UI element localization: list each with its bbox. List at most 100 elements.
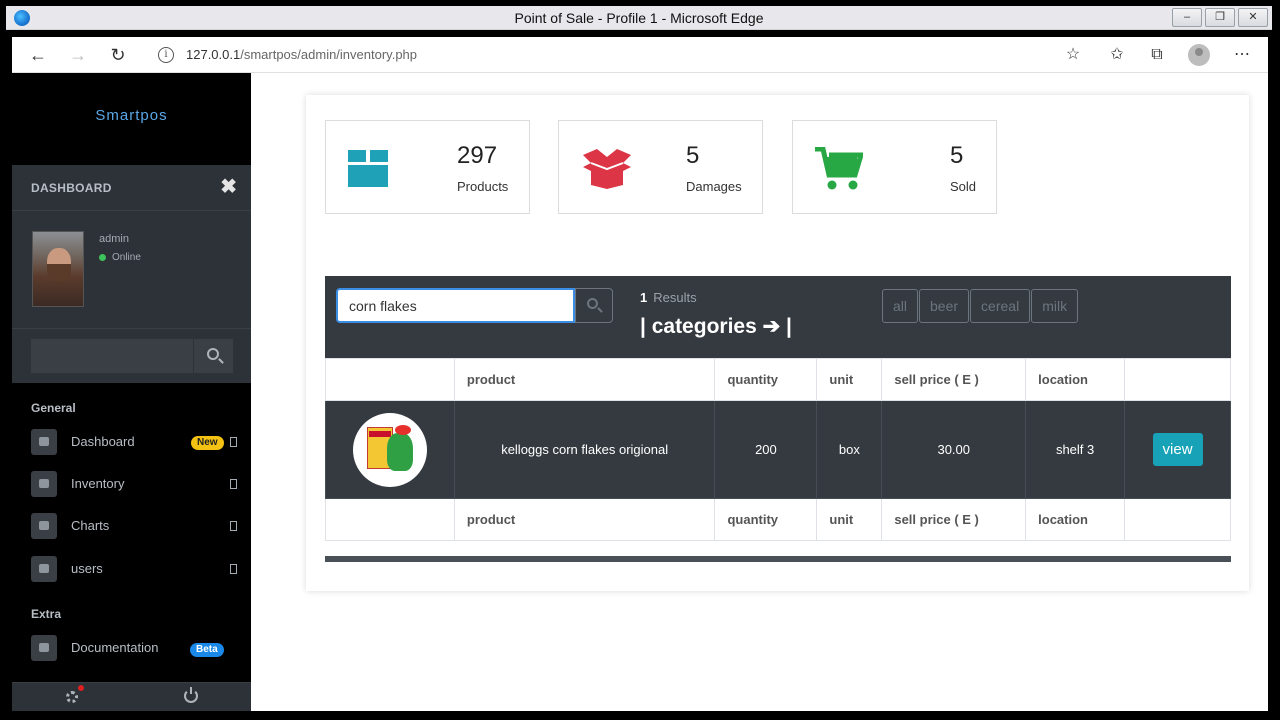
inventory-table-area: 1 Results | categories ➔ | all beer cerea… bbox=[325, 276, 1231, 562]
sidebar-item-label: Documentation bbox=[71, 640, 159, 655]
column-footer-quantity: quantity bbox=[714, 498, 818, 541]
sidebar-item-label: users bbox=[71, 561, 103, 576]
column-footer-price: sell price ( E ) bbox=[881, 498, 1027, 541]
column-header-quantity[interactable]: quantity bbox=[714, 358, 818, 401]
table-scrollbar[interactable] bbox=[325, 556, 1231, 562]
sidebar-item-documentation[interactable]: Documentation Beta bbox=[12, 629, 251, 667]
product-search-input[interactable] bbox=[336, 288, 575, 323]
user-status: Online bbox=[99, 252, 141, 263]
power-icon[interactable] bbox=[184, 687, 198, 703]
sidebar-footer bbox=[12, 682, 251, 711]
expand-icon bbox=[230, 564, 237, 574]
forward-button[interactable]: → bbox=[66, 43, 90, 67]
column-header-image bbox=[325, 358, 455, 401]
product-image-cell bbox=[325, 400, 455, 499]
column-header-location[interactable]: location bbox=[1025, 358, 1126, 401]
online-dot-icon bbox=[99, 253, 106, 261]
user-icon bbox=[31, 556, 57, 582]
stat-sold: 5 Sold bbox=[792, 120, 997, 214]
add-favorite-icon[interactable]: ☆ bbox=[1061, 43, 1085, 67]
notification-dot bbox=[78, 685, 84, 691]
more-menu-icon[interactable]: ⋯ bbox=[1230, 43, 1254, 67]
sidebar-search-button[interactable] bbox=[193, 339, 233, 373]
inventory-table: product quantity unit sell price ( E ) l… bbox=[325, 358, 1231, 541]
filter-milk-button[interactable]: milk bbox=[1031, 289, 1079, 323]
gear-icon[interactable] bbox=[66, 691, 78, 703]
user-status-label: Online bbox=[112, 252, 141, 263]
category-filters: all beer cereal milk bbox=[882, 289, 1079, 323]
new-badge: New bbox=[191, 436, 224, 450]
url-path: /smartpos/admin/inventory.php bbox=[240, 47, 418, 62]
cereal-logo-graphic bbox=[368, 430, 391, 437]
filter-all-button[interactable]: all bbox=[882, 289, 919, 323]
stat-value: 5 bbox=[950, 142, 964, 169]
table-header-row: product quantity unit sell price ( E ) l… bbox=[325, 358, 1231, 401]
refresh-button[interactable]: ↻ bbox=[106, 43, 130, 67]
sidebar-search-input[interactable] bbox=[31, 339, 193, 373]
product-image bbox=[352, 412, 427, 487]
page-viewport: Smartpos DASHBOARD ✖ admin Online Genera… bbox=[12, 73, 1268, 711]
collections-icon[interactable]: ⧉ bbox=[1145, 43, 1169, 67]
inventory-card: 297 Products 5 Damages 5 Sold corn flake… bbox=[306, 95, 1249, 591]
product-name-cell: kelloggs corn flakes origional bbox=[453, 400, 716, 499]
expand-icon bbox=[230, 437, 237, 447]
table-toolbar: 1 Results | categories ➔ | all beer cerea… bbox=[325, 276, 1231, 358]
column-footer-unit: unit bbox=[816, 498, 883, 541]
column-header-product[interactable]: product bbox=[453, 358, 716, 401]
section-extra: Extra bbox=[31, 607, 62, 621]
column-header-price[interactable]: sell price ( E ) bbox=[881, 358, 1027, 401]
rooster-graphic bbox=[386, 432, 413, 471]
user-name: admin bbox=[99, 233, 129, 245]
search-icon bbox=[207, 348, 219, 360]
stat-label: Damages bbox=[686, 179, 742, 194]
close-icon[interactable]: ✖ bbox=[220, 175, 237, 199]
brand-area: Smartpos bbox=[12, 73, 251, 165]
filter-beer-button[interactable]: beer bbox=[919, 289, 970, 323]
sidebar-item-charts[interactable]: Charts bbox=[12, 507, 251, 545]
categories-heading: | categories ➔ | bbox=[640, 315, 792, 338]
column-footer-image bbox=[325, 498, 455, 541]
cart-icon bbox=[815, 147, 863, 190]
favorites-icon[interactable]: ✩ bbox=[1105, 43, 1129, 67]
address-bar[interactable]: i 127.0.0.1/smartpos/admin/inventory.php bbox=[146, 41, 1186, 69]
minimize-button[interactable]: – bbox=[1172, 8, 1202, 27]
stat-value: 5 bbox=[686, 142, 700, 169]
close-window-button[interactable]: ✕ bbox=[1238, 8, 1268, 27]
column-header-unit[interactable]: unit bbox=[816, 358, 883, 401]
sidebar-item-dashboard[interactable]: Dashboard New bbox=[12, 423, 251, 461]
stat-damages: 5 Damages bbox=[558, 120, 763, 214]
sidebar-header-label: DASHBOARD bbox=[31, 181, 112, 195]
window-titlebar: Point of Sale - Profile 1 - Microsoft Ed… bbox=[6, 6, 1272, 30]
browser-toolbar: ← → ↻ i 127.0.0.1/smartpos/admin/invento… bbox=[12, 37, 1268, 73]
back-button[interactable]: ← bbox=[26, 43, 50, 67]
box-icon bbox=[348, 150, 388, 187]
stat-products: 297 Products bbox=[325, 120, 530, 214]
chart-icon bbox=[31, 513, 57, 539]
filter-cereal-button[interactable]: cereal bbox=[970, 289, 1031, 323]
search-icon bbox=[587, 298, 598, 309]
price-cell: 30.00 bbox=[881, 400, 1027, 499]
avatar-beard bbox=[47, 264, 71, 282]
location-cell: shelf 3 bbox=[1025, 400, 1126, 499]
sidebar-menu: General Dashboard New Inventory Charts u… bbox=[12, 383, 251, 671]
sidebar-item-users[interactable]: users bbox=[12, 550, 251, 588]
sidebar-item-inventory[interactable]: Inventory bbox=[12, 465, 251, 503]
brand-name[interactable]: Smartpos bbox=[12, 107, 251, 124]
site-info-icon[interactable]: i bbox=[158, 47, 174, 63]
restore-button[interactable]: ❐ bbox=[1205, 8, 1235, 27]
rooster-comb-graphic bbox=[394, 424, 411, 435]
results-number: 1 bbox=[640, 290, 648, 305]
stat-label: Products bbox=[457, 179, 509, 194]
expand-icon bbox=[230, 479, 237, 489]
boxes-icon bbox=[31, 471, 57, 497]
open-box-icon bbox=[583, 149, 631, 189]
beta-badge: Beta bbox=[190, 643, 224, 657]
stat-label: Sold bbox=[950, 179, 977, 194]
view-button[interactable]: view bbox=[1152, 433, 1203, 466]
profile-icon[interactable] bbox=[1188, 44, 1210, 66]
product-search-button[interactable] bbox=[575, 288, 613, 323]
expand-icon bbox=[230, 521, 237, 531]
url-text[interactable]: 127.0.0.1/smartpos/admin/inventory.php bbox=[186, 47, 417, 62]
stat-value: 297 bbox=[457, 142, 498, 169]
results-count: 1 Results bbox=[640, 290, 697, 305]
